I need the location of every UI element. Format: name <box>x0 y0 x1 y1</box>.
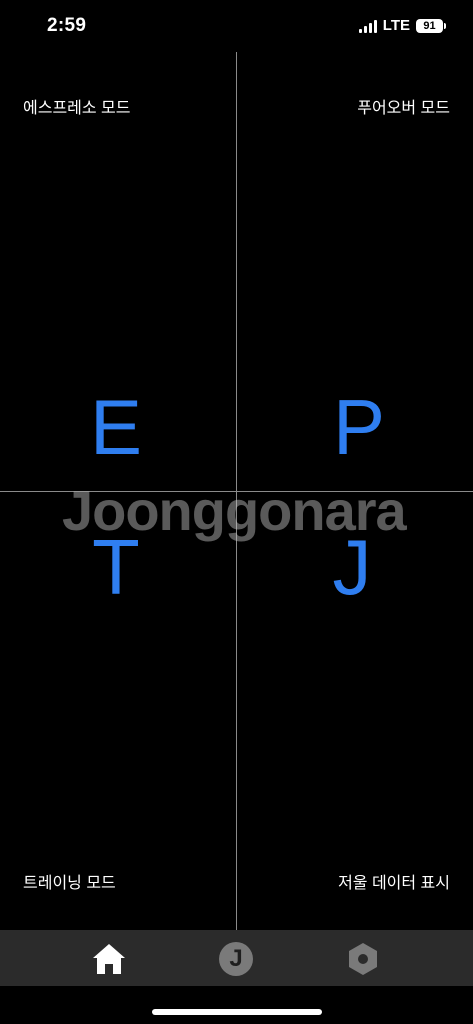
home-icon <box>93 944 125 974</box>
pourover-mode-letter[interactable]: P <box>319 388 399 466</box>
tab-settings[interactable] <box>343 940 383 978</box>
status-time: 2:59 <box>47 15 87 36</box>
training-mode-letter[interactable]: T <box>76 528 156 606</box>
tab-j[interactable]: J <box>216 940 256 978</box>
settings-nut-icon <box>349 943 377 975</box>
status-indicators: LTE 91 <box>358 17 446 34</box>
espresso-mode-label[interactable]: 에스프레소 모드 <box>23 94 131 118</box>
status-bar: 2:59 LTE 91 <box>0 0 473 52</box>
tab-bar: J <box>0 930 473 986</box>
j-logo-icon: J <box>219 942 253 976</box>
horizontal-divider <box>0 491 473 492</box>
home-indicator <box>152 1009 322 1015</box>
signal-icon <box>358 19 377 33</box>
battery-icon: 91 <box>416 18 446 33</box>
battery-level: 91 <box>423 19 436 32</box>
tab-home[interactable] <box>89 940 129 978</box>
pourover-mode-label[interactable]: 푸어오버 모드 <box>357 94 450 118</box>
scale-data-label[interactable]: 저울 데이터 표시 <box>338 869 450 893</box>
espresso-mode-letter[interactable]: E <box>76 388 156 466</box>
training-mode-label[interactable]: 트레이닝 모드 <box>23 869 116 893</box>
scale-data-letter[interactable]: J <box>312 528 392 606</box>
network-type: LTE <box>382 17 410 34</box>
j-logo-glyph: J <box>229 945 243 972</box>
